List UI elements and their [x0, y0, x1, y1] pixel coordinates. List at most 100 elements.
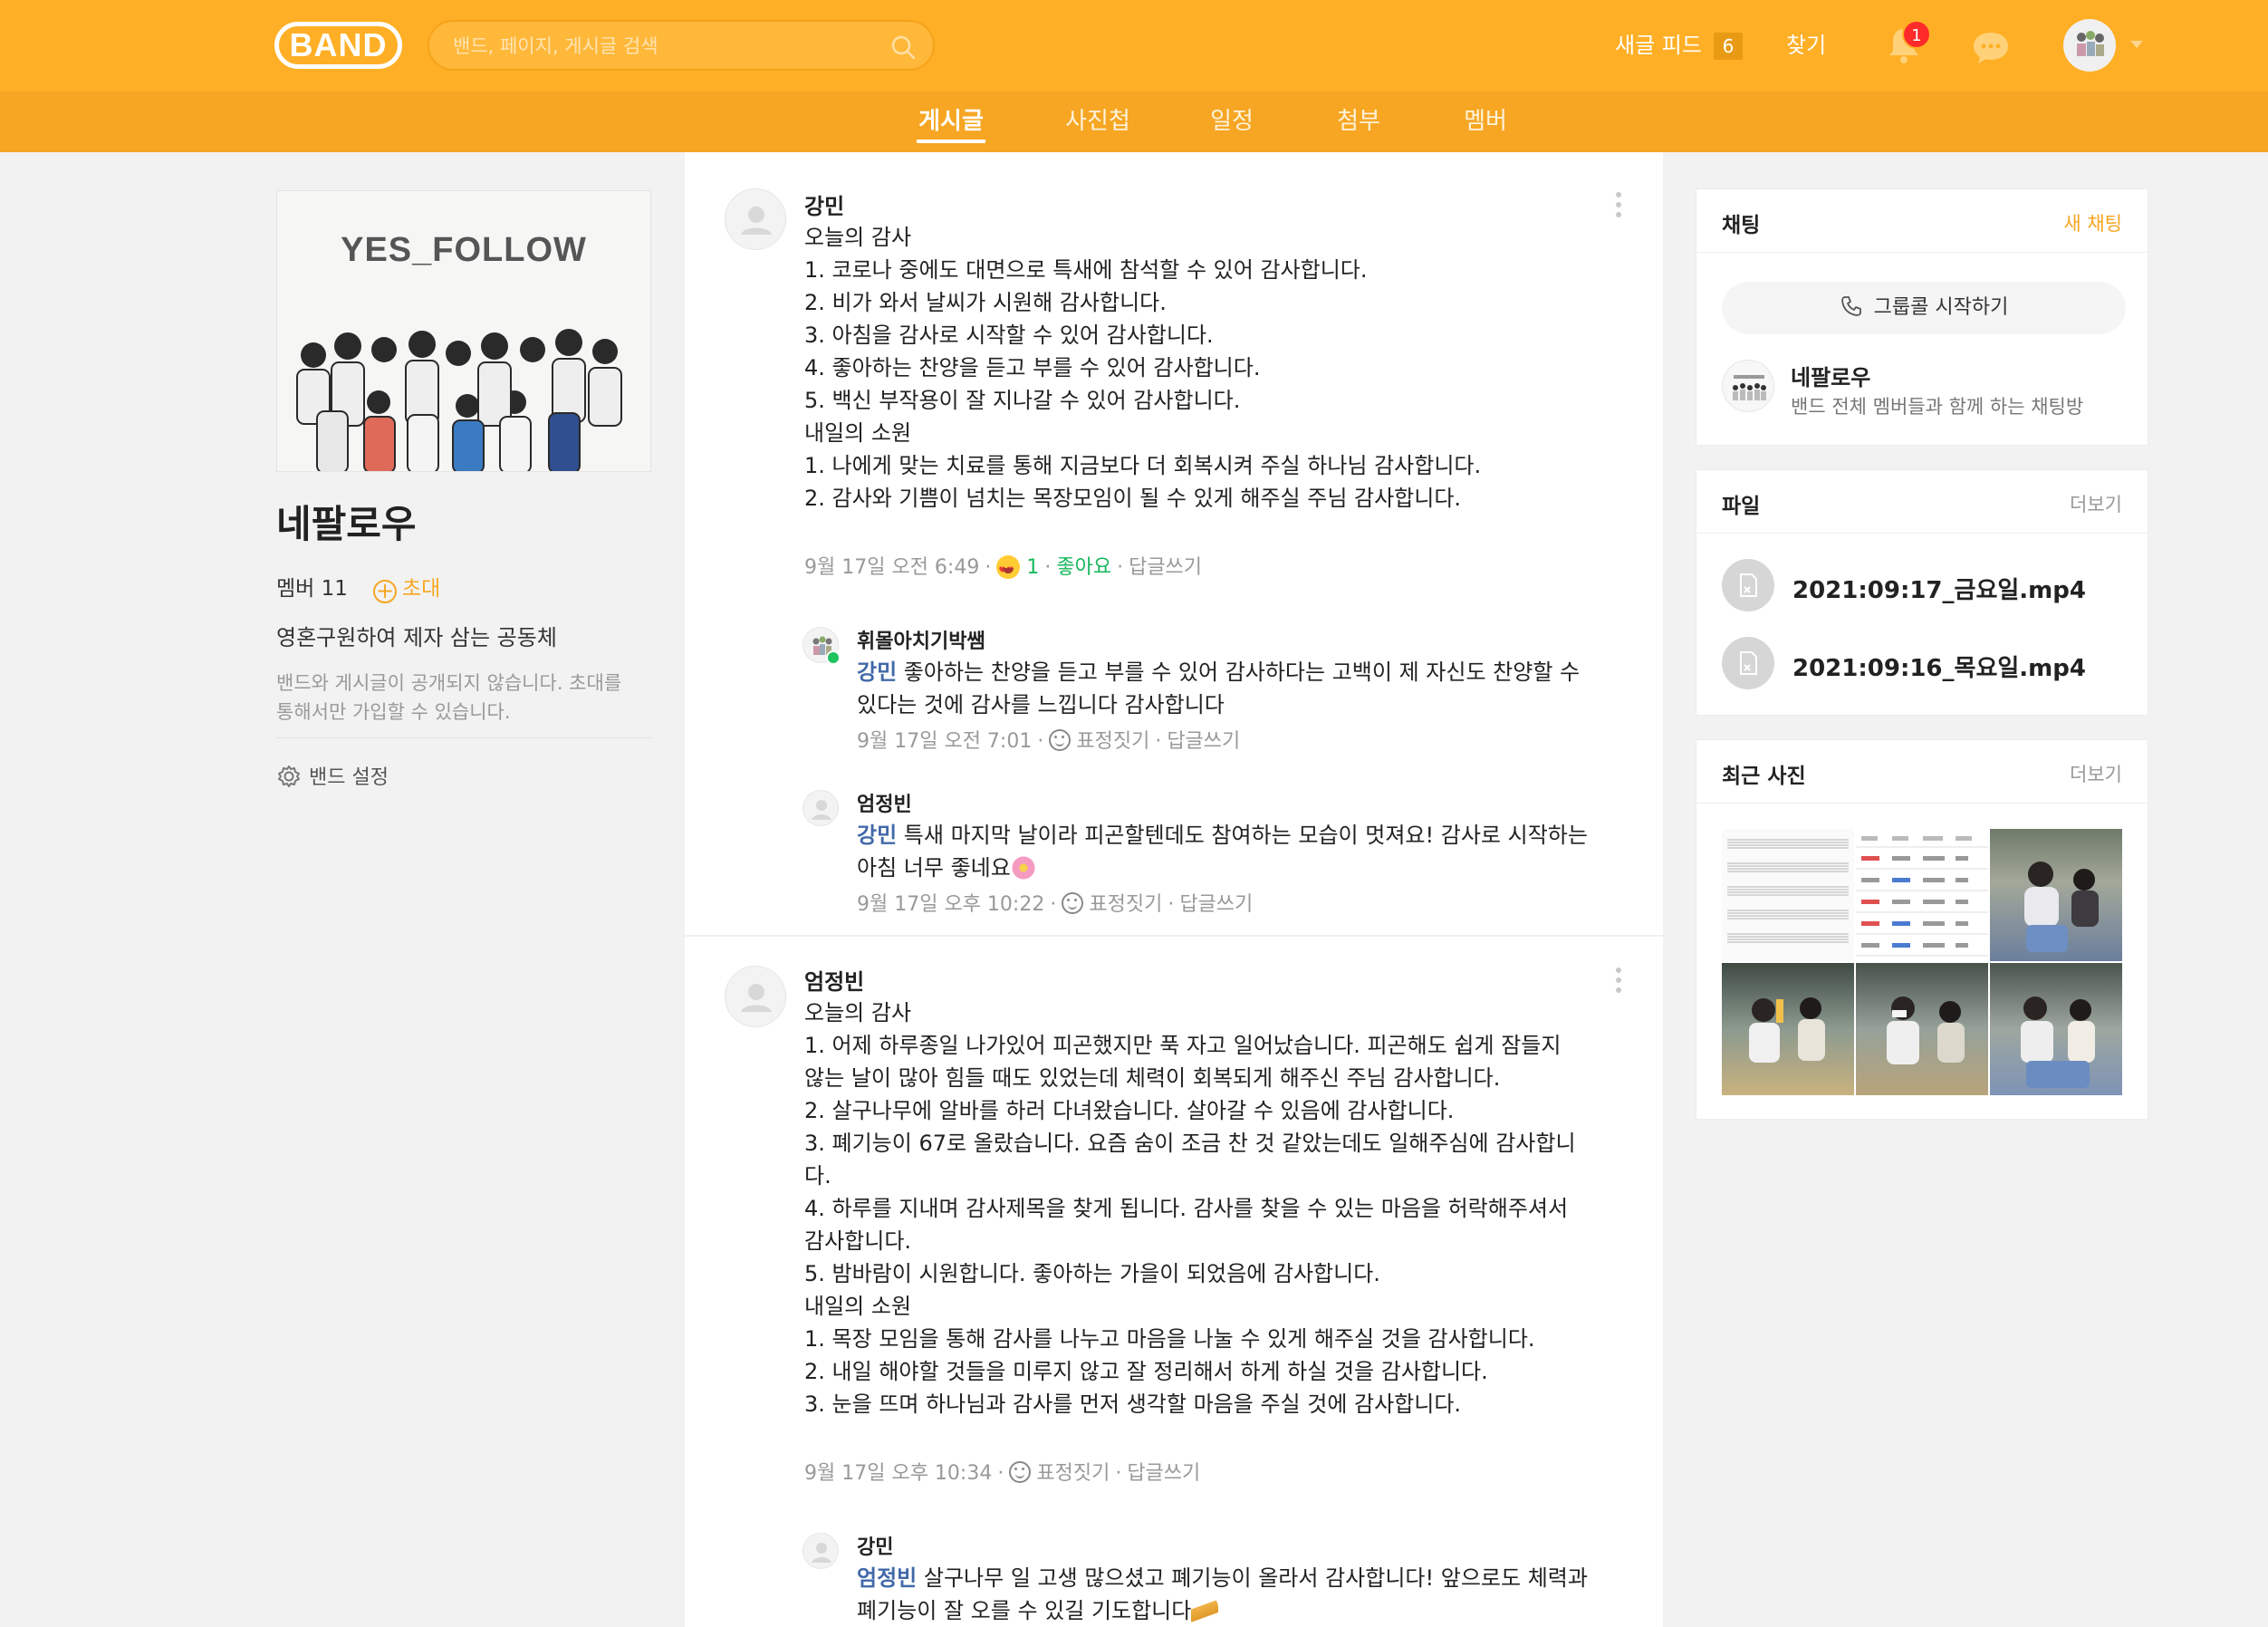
panel-header: 채팅 새 채팅: [1696, 189, 2148, 253]
post-line: 감사합니다.: [804, 1228, 912, 1254]
react-button[interactable]: 표정짓기: [1076, 730, 1149, 753]
invite-button[interactable]: + 초대: [373, 571, 440, 603]
chat-room-thumbnail[interactable]: [1722, 360, 1774, 412]
smile-icon[interactable]: [1049, 729, 1072, 751]
post-line: 않는 날이 많아 힘들 때도 있었는데 체력이 회복되게 해주신 주님 감사합니…: [804, 1065, 1501, 1091]
post-line: 내일의 소원: [804, 1294, 912, 1319]
post-line: 2. 감사와 기쁨이 넘치는 목장모임이 될 수 있게 해주실 주님 감사합니다…: [804, 486, 1462, 511]
comment-line: 있다는 것에 감사를 느낍니다 감사합니다: [857, 692, 1225, 717]
post-author-avatar[interactable]: [725, 966, 786, 1027]
avatar-figures-icon: [2077, 31, 2104, 56]
post-line: 4. 하루를 지내며 감사제목을 찾게 됩니다. 감사를 찾을 수 있는 마음을…: [804, 1196, 1569, 1221]
photo-thumbnail[interactable]: [1990, 963, 2122, 1095]
chat-room-name[interactable]: 네팔로우: [1791, 360, 1870, 391]
find-link[interactable]: 찾기: [1786, 29, 1826, 62]
more-options-icon[interactable]: [1614, 968, 1623, 995]
post-line: 3. 눈을 뜨며 하나님과 감사를 먼저 생각할 마음을 주실 것에 감사합니다…: [804, 1391, 1462, 1417]
chat-room-description: 밴드 전체 멤버들과 함께 하는 채팅방: [1791, 396, 2084, 418]
default-user-icon: [741, 984, 772, 1012]
file-icon: [1722, 559, 1774, 611]
smile-icon[interactable]: [1009, 1461, 1032, 1483]
file-name: 2021:09:16_목요일.mp4: [1792, 655, 2086, 682]
group-call-button[interactable]: 그룹콜 시작하기: [1722, 282, 2126, 334]
photo-thumbnail[interactable]: [1856, 963, 1988, 1095]
band-name: 네팔로우: [276, 502, 417, 546]
default-user-icon: [812, 1543, 831, 1563]
reply-button[interactable]: 답글쓰기: [1129, 556, 1202, 579]
photo-thumbnail[interactable]: [1856, 829, 1988, 961]
search-input[interactable]: [453, 31, 879, 62]
comment-author[interactable]: 강민: [857, 1531, 893, 1560]
member-table-image: [1856, 836, 1988, 957]
more-photos-link[interactable]: 더보기: [2070, 760, 2122, 787]
react-button[interactable]: 표정짓기: [1089, 893, 1162, 916]
cover-title: YES_FOLLOW: [341, 231, 587, 269]
comment-text: 엄정빈 살구나무 일 고생 많으셨고 폐기능이 올라서 감사합니다! 앞으로도 …: [857, 1562, 1588, 1627]
new-chat-button[interactable]: 새 채팅: [2063, 209, 2122, 236]
tab-attachments[interactable]: 첨부: [1335, 91, 1382, 152]
group-call-label: 그룹콜 시작하기: [1873, 296, 2009, 319]
plus-circle-icon: +: [373, 580, 397, 603]
band-cover-image[interactable]: YES_FOLLOW: [276, 190, 651, 472]
post-author-avatar[interactable]: [725, 188, 786, 250]
phone-icon: [1840, 296, 1861, 316]
new-feed-link[interactable]: 새글 피드: [1615, 29, 1702, 62]
reply-button[interactable]: 답글쓰기: [1167, 730, 1240, 753]
post-author[interactable]: 엄정빈: [804, 964, 864, 996]
comment-line: 좋아하는 찬양을 듣고 부를 수 있어 감사하다는 고백이 제 자신도 찬양할 …: [897, 659, 1581, 685]
heart-eyes-emoji-icon[interactable]: [996, 555, 1021, 584]
more-options-icon[interactable]: [1614, 192, 1623, 219]
band-logo[interactable]: BAND: [274, 22, 402, 69]
photo-thumbnail[interactable]: [1722, 963, 1854, 1095]
comment-meta: 9월 17일 오전 7:01 · 표정짓기 · 답글쓰기: [857, 729, 1241, 753]
post-body: 오늘의 감사 1. 코로나 중에도 대면으로 특새에 참석할 수 있어 감사합니…: [804, 221, 1481, 515]
post-line: 2. 비가 와서 날씨가 시원해 감사합니다.: [804, 290, 1167, 315]
gear-icon: [278, 765, 300, 787]
smile-icon[interactable]: [1062, 892, 1084, 914]
mention[interactable]: 강민: [857, 659, 897, 685]
like-button[interactable]: 좋아요: [1056, 556, 1111, 579]
photo-thumbnail[interactable]: [1722, 829, 1854, 961]
more-files-link[interactable]: 더보기: [2070, 490, 2122, 517]
post-line: 4. 좋아하는 찬양을 듣고 부를 수 있어 감사합니다.: [804, 355, 1261, 380]
post-line: 오늘의 감사: [804, 1000, 912, 1025]
profile-avatar[interactable]: [2063, 19, 2116, 72]
comment-avatar[interactable]: [802, 790, 839, 826]
comment-avatar[interactable]: [802, 1533, 839, 1569]
tab-schedule[interactable]: 일정: [1208, 91, 1255, 152]
chat-panel: 채팅 새 채팅 그룹콜 시작하기 네팔로우 밴드 전체 멤버들과 함께 하는 채…: [1696, 188, 2148, 446]
people-photo: [1887, 996, 1965, 1064]
search-icon[interactable]: [889, 34, 917, 61]
cherry-blossom-emoji-icon: [1010, 855, 1036, 881]
mention[interactable]: 엄정빈: [857, 1565, 917, 1591]
recent-photos-panel: 최근 사진 더보기: [1696, 739, 2148, 1120]
reply-button[interactable]: 답글쓰기: [1127, 1462, 1200, 1485]
react-button[interactable]: 표정짓기: [1036, 1462, 1110, 1485]
post-line: 1. 어제 하루종일 나가있어 피곤했지만 푹 자고 일어났습니다. 피곤해도 …: [804, 1033, 1562, 1058]
reply-button[interactable]: 답글쓰기: [1179, 893, 1253, 916]
tab-posts[interactable]: 게시글: [917, 91, 985, 152]
post-divider: [685, 935, 1663, 937]
band-settings-label: 밴드 설정: [309, 766, 389, 789]
praying-hands-emoji-icon: [1191, 1596, 1219, 1623]
mention[interactable]: 강민: [857, 823, 897, 848]
file-name: 2021:09:17_금요일.mp4: [1792, 577, 2086, 604]
band-settings-link[interactable]: 밴드 설정: [276, 761, 389, 790]
post-line: 5. 백신 부작용이 잘 지나갈 수 있어 감사합니다.: [804, 388, 1241, 413]
search-box[interactable]: [428, 20, 935, 71]
chevron-down-icon[interactable]: [2130, 41, 2143, 48]
post-author[interactable]: 강민: [804, 188, 844, 220]
post-line: 내일의 소원: [804, 420, 912, 446]
tab-photos[interactable]: 사진첩: [1063, 91, 1132, 152]
comment-author[interactable]: 엄정빈: [857, 788, 912, 817]
chat-bubble-icon[interactable]: [1971, 29, 2011, 65]
member-count[interactable]: 멤버 11: [276, 571, 348, 602]
photo-thumbnail[interactable]: [1990, 829, 2122, 961]
comment-line: 폐기능이 잘 오를 수 있길 기도합니다: [857, 1598, 1192, 1623]
people-photo: [2024, 862, 2099, 952]
top-bar: BAND 새글 피드 6 찾기 1: [0, 0, 2268, 91]
tab-members[interactable]: 멤버: [1462, 91, 1509, 152]
comment-author[interactable]: 휘몰아치기박쌤: [857, 625, 985, 654]
privacy-note-line: 밴드와 게시글이 공개되지 않습니다. 초대를: [276, 672, 622, 694]
like-count[interactable]: 1: [1026, 556, 1039, 579]
